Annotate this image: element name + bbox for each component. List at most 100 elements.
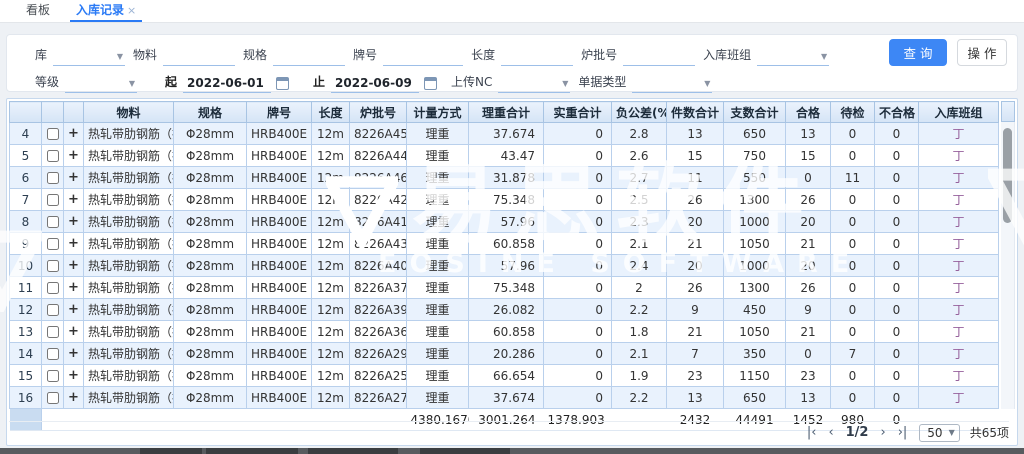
spec-cell: Φ28mm	[174, 233, 247, 255]
row-select-checkbox[interactable]	[42, 211, 64, 233]
row-select-checkbox[interactable]	[42, 255, 64, 277]
heat-number-cell: 8226A36	[350, 321, 407, 343]
unqualified-cell: 0	[875, 189, 919, 211]
material-cell: 热轧带肋钢筋（抗震）	[84, 387, 174, 409]
row-checkbox[interactable]	[47, 150, 59, 162]
expand-row-icon[interactable]: +	[64, 365, 84, 387]
material-input[interactable]	[163, 46, 235, 66]
expand-row-icon[interactable]: +	[64, 387, 84, 409]
heat-number-input[interactable]	[623, 46, 695, 66]
row-checkbox[interactable]	[47, 370, 59, 382]
calendar-icon[interactable]	[276, 77, 289, 90]
spec-cell: Φ28mm	[174, 277, 247, 299]
heat-number-cell: 8226A46	[350, 167, 407, 189]
upload-nc-select[interactable]: ▼	[498, 73, 570, 93]
row-select-checkbox[interactable]	[42, 167, 64, 189]
heat-number-cell: 8226A42	[350, 189, 407, 211]
row-number: 10	[10, 255, 42, 277]
brand-cell: HRB400E	[247, 343, 312, 365]
scrollbar-track[interactable]	[1001, 122, 1015, 409]
length-filter: 长度	[471, 46, 573, 66]
expand-row-icon[interactable]: +	[64, 277, 84, 299]
length-cell: 12m	[312, 167, 350, 189]
row-select-checkbox[interactable]	[42, 189, 64, 211]
theoretical-weight-cell: 60.858	[469, 321, 544, 343]
row-select-checkbox[interactable]	[42, 233, 64, 255]
row-select-checkbox[interactable]	[42, 321, 64, 343]
row-select-checkbox[interactable]	[42, 343, 64, 365]
measure-method-cell: 理重	[407, 123, 469, 145]
scrollbar-thumb[interactable]	[1003, 128, 1012, 223]
vertical-scrollbar[interactable]	[1001, 101, 1015, 409]
row-checkbox[interactable]	[47, 194, 59, 206]
unqualified-cell: 0	[875, 387, 919, 409]
tab-dashboard[interactable]: 看板	[20, 0, 56, 22]
row-select-checkbox[interactable]	[42, 145, 64, 167]
filter-row-2: 等级 ▼ 起 2022-06-01 止 2022-06-09 上传NC ▼ 单据…	[35, 71, 1009, 93]
pieces-cell: 11	[667, 167, 724, 189]
theoretical-weight-cell: 43.47	[469, 145, 544, 167]
row-checkbox[interactable]	[47, 128, 59, 140]
team-cell: 丁	[919, 365, 999, 387]
date-from-input[interactable]: 2022-06-01	[183, 73, 271, 93]
date-to-input[interactable]: 2022-06-09	[331, 73, 419, 93]
brand-cell: HRB400E	[247, 145, 312, 167]
row-checkbox[interactable]	[47, 304, 59, 316]
length-input[interactable]	[501, 46, 573, 66]
first-page-icon[interactable]: |‹	[807, 425, 817, 440]
prev-page-icon[interactable]: ‹	[828, 425, 833, 440]
row-select-checkbox[interactable]	[42, 299, 64, 321]
warehouse-select[interactable]: ▼	[53, 46, 125, 66]
expand-row-icon[interactable]: +	[64, 167, 84, 189]
tab-inbound-records[interactable]: 入库记录×	[70, 0, 142, 22]
row-checkbox[interactable]	[47, 282, 59, 294]
spec-cell: Φ28mm	[174, 255, 247, 277]
next-page-icon[interactable]: ›	[880, 425, 885, 440]
row-checkbox[interactable]	[47, 326, 59, 338]
grade-select[interactable]: ▼	[65, 73, 137, 93]
expand-row-icon[interactable]: +	[64, 123, 84, 145]
pieces-cell: 7	[667, 343, 724, 365]
expand-row-icon[interactable]: +	[64, 145, 84, 167]
tab-close-icon[interactable]: ×	[127, 4, 136, 17]
query-button[interactable]: 查 询	[889, 39, 947, 66]
expand-row-icon[interactable]: +	[64, 211, 84, 233]
row-checkbox[interactable]	[47, 392, 59, 404]
expand-row-icon[interactable]: +	[64, 321, 84, 343]
inbound-team-select[interactable]: ▼	[757, 46, 829, 66]
unqualified-cell: 0	[875, 365, 919, 387]
last-page-icon[interactable]: ›|	[898, 425, 908, 440]
expand-row-icon[interactable]: +	[64, 255, 84, 277]
theoretical-weight-cell: 60.858	[469, 233, 544, 255]
theoretical-weight-cell: 37.674	[469, 123, 544, 145]
expand-row-icon[interactable]: +	[64, 233, 84, 255]
expand-row-icon[interactable]: +	[64, 189, 84, 211]
row-select-checkbox[interactable]	[42, 365, 64, 387]
row-checkbox[interactable]	[47, 348, 59, 360]
tolerance-cell: 1.8	[612, 321, 667, 343]
row-select-checkbox[interactable]	[42, 277, 64, 299]
spec-input[interactable]	[273, 46, 345, 66]
calendar-icon[interactable]	[424, 77, 437, 90]
row-checkbox[interactable]	[47, 172, 59, 184]
row-checkbox[interactable]	[47, 260, 59, 272]
brand-cell: HRB400E	[247, 123, 312, 145]
records-table-panel: 物料规格牌号长度炉批号计量方式理重合计实重合计负公差(%)件数合计支数合计合格待…	[6, 98, 1018, 446]
measure-method-cell: 理重	[407, 211, 469, 233]
date-from-filter: 起 2022-06-01	[165, 73, 289, 93]
pieces-cell: 23	[667, 365, 724, 387]
doc-type-select[interactable]: ▼	[632, 73, 712, 93]
operate-button[interactable]: 操 作	[957, 39, 1007, 66]
taskbar-segment	[206, 448, 298, 454]
filter-buttons: 查 询 操 作	[889, 39, 1009, 66]
pieces-cell: 26	[667, 189, 724, 211]
page-size-select[interactable]: 50 ▼	[919, 424, 959, 442]
brand-input[interactable]	[383, 46, 463, 66]
row-select-checkbox[interactable]	[42, 123, 64, 145]
filter-row-1: 库 ▼ 物料 规格 牌号 长度 炉批号 入库班组 ▼ 查 询 操 作	[35, 44, 1009, 66]
expand-row-icon[interactable]: +	[64, 299, 84, 321]
row-checkbox[interactable]	[47, 216, 59, 228]
row-select-checkbox[interactable]	[42, 387, 64, 409]
expand-row-icon[interactable]: +	[64, 343, 84, 365]
row-checkbox[interactable]	[47, 238, 59, 250]
